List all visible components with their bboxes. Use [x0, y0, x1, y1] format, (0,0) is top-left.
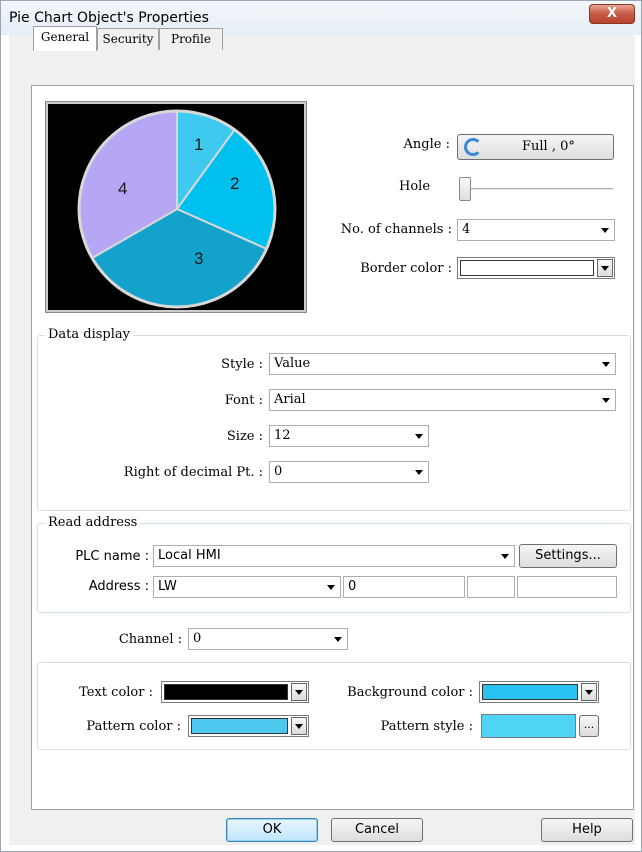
style-label: Style :: [221, 357, 263, 372]
style-value: Value: [274, 356, 311, 371]
style-select[interactable]: Value: [269, 353, 616, 375]
text-color-label: Text color :: [79, 685, 153, 700]
text-color-swatch: [164, 684, 288, 700]
border-color-picker[interactable]: [457, 257, 615, 279]
channels-select[interactable]: 4: [457, 219, 615, 241]
tab-general[interactable]: General: [33, 26, 97, 51]
hole-label: Hole: [399, 179, 431, 194]
border-color-label: Border color :: [360, 261, 452, 276]
background-color-label: Background color :: [347, 685, 473, 700]
pattern-style-button[interactable]: ...: [579, 715, 599, 737]
close-button[interactable]: X: [589, 4, 635, 24]
read-address-group: [37, 523, 631, 613]
settings-button[interactable]: Settings...: [519, 544, 617, 568]
pattern-style-preview: [481, 714, 576, 738]
font-value: Arial: [274, 392, 306, 407]
tab-security[interactable]: Security: [97, 28, 159, 50]
angle-refresh-icon: [464, 138, 482, 156]
chevron-down-icon: [602, 398, 610, 403]
size-label: Size :: [226, 429, 263, 444]
background-color-picker[interactable]: [479, 681, 599, 703]
data-display-title: Data display: [45, 327, 134, 342]
properties-dialog: Pie Chart Object's Properties X General …: [0, 0, 642, 852]
chevron-down-icon: [415, 470, 423, 475]
ok-button[interactable]: OK: [226, 818, 318, 842]
pie-slice-label-1: 1: [194, 135, 203, 154]
font-select[interactable]: Arial: [269, 389, 616, 411]
chevron-down-icon[interactable]: [597, 259, 613, 277]
chevron-down-icon: [602, 362, 610, 367]
chevron-down-icon[interactable]: [291, 717, 307, 735]
channel-select[interactable]: 0: [188, 628, 348, 650]
pattern-color-label: Pattern color :: [86, 719, 181, 734]
plc-name-label: PLC name :: [75, 549, 149, 564]
pie-slice-label-3: 3: [194, 249, 203, 268]
size-select[interactable]: 12: [269, 425, 429, 447]
window-title: Pie Chart Object's Properties: [9, 10, 209, 26]
channel-label: Channel :: [118, 632, 182, 647]
decimal-value: 0: [274, 464, 283, 479]
chevron-down-icon: [327, 585, 335, 590]
decimal-label: Right of decimal Pt. :: [123, 465, 263, 480]
angle-button[interactable]: Full , 0°: [457, 134, 614, 160]
chevron-down-icon[interactable]: [581, 683, 597, 701]
address-extra-field-2[interactable]: [517, 576, 617, 598]
plc-name-value: Local HMI: [158, 548, 221, 563]
text-color-picker[interactable]: [161, 681, 309, 703]
tab-general-label: General: [40, 30, 90, 44]
size-value: 12: [274, 428, 291, 443]
background-color-swatch: [482, 684, 578, 700]
cancel-button[interactable]: Cancel: [331, 818, 423, 842]
font-label: Font :: [224, 393, 263, 408]
chevron-down-icon[interactable]: [291, 683, 307, 701]
address-extra-field-1[interactable]: [467, 576, 515, 598]
address-device-value: LW: [158, 579, 177, 594]
hole-slider-track: [461, 188, 613, 191]
pie-slice-label-4: 4: [118, 179, 127, 198]
pattern-color-swatch: [191, 718, 288, 734]
angle-label: Angle :: [403, 137, 450, 152]
address-label: Address :: [88, 579, 149, 594]
angle-value: Full , 0°: [522, 139, 575, 154]
chevron-down-icon: [415, 434, 423, 439]
chevron-down-icon: [334, 637, 342, 642]
decimal-select[interactable]: 0: [269, 461, 429, 483]
pie-chart-preview: 1 2 3 4: [45, 101, 307, 313]
channels-label: No. of channels :: [340, 222, 452, 237]
chevron-down-icon: [601, 228, 609, 233]
tab-profile-label: Profile: [171, 32, 211, 46]
hole-slider[interactable]: [459, 177, 613, 203]
pattern-color-picker[interactable]: [188, 715, 309, 737]
channel-value: 0: [193, 631, 202, 646]
hole-slider-thumb[interactable]: [459, 177, 471, 201]
pie-chart-svg: 1 2 3 4: [77, 109, 277, 309]
read-address-title: Read address: [45, 515, 141, 530]
pattern-style-label: Pattern style :: [380, 719, 473, 734]
address-device-select[interactable]: LW: [153, 576, 341, 598]
border-color-swatch: [460, 260, 594, 276]
channels-value: 4: [462, 222, 471, 237]
address-input[interactable]: 0: [343, 576, 465, 598]
chevron-down-icon: [501, 554, 509, 559]
pie-slice-label-2: 2: [230, 174, 239, 193]
tab-security-label: Security: [102, 32, 154, 46]
tab-profile[interactable]: Profile: [159, 28, 223, 50]
help-button[interactable]: Help: [541, 818, 633, 842]
plc-name-select[interactable]: Local HMI: [153, 545, 515, 567]
